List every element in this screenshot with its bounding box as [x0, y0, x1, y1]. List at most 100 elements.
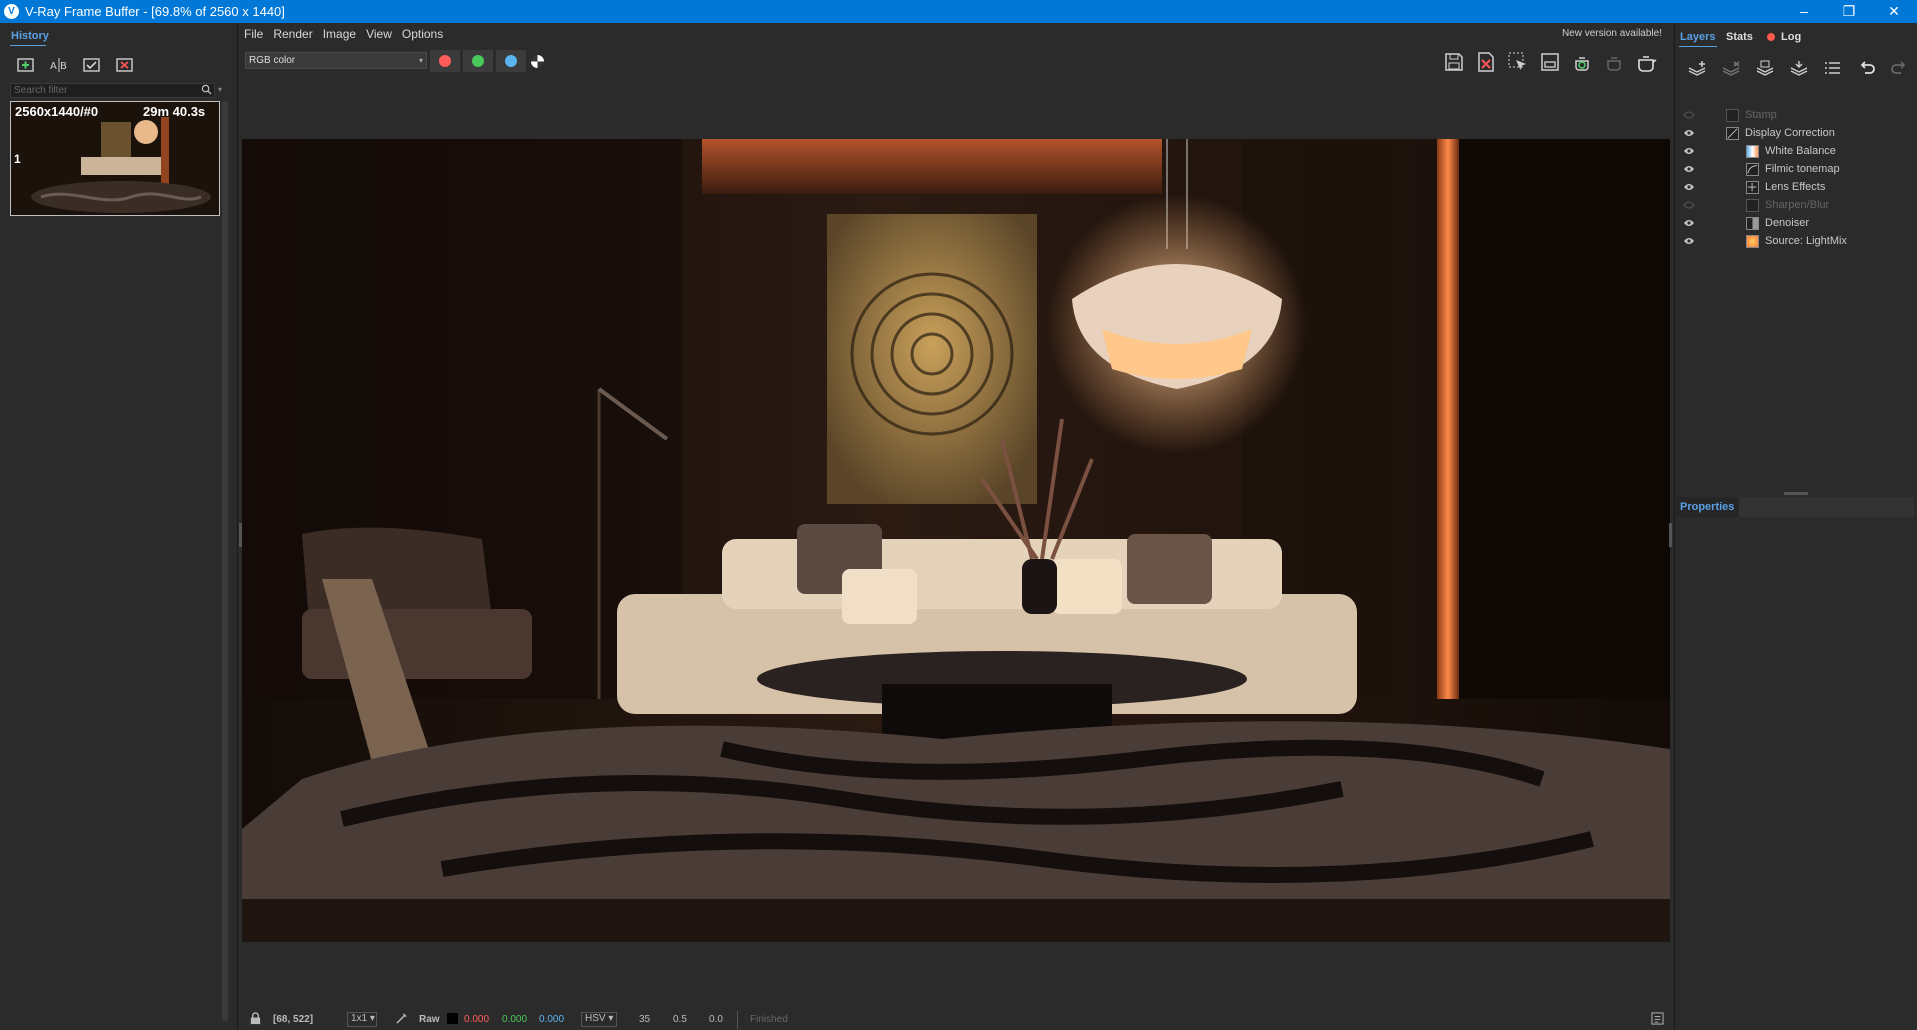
- layers-tab-underline: [1679, 46, 1717, 47]
- close-button[interactable]: ✕: [1871, 0, 1917, 23]
- history-panel: History AB Search filter ▾ 2560x1440/#0 …: [0, 23, 238, 1030]
- alpha-channel-icon[interactable]: [531, 55, 544, 68]
- teapot-refresh-icon: [1575, 57, 1589, 71]
- save-layer-tree-button[interactable]: [1751, 55, 1779, 83]
- minimize-button[interactable]: –: [1781, 0, 1827, 23]
- load-history-button[interactable]: [78, 51, 106, 79]
- layer-label: White Balance: [1765, 145, 1836, 157]
- lock-icon[interactable]: [249, 1012, 262, 1028]
- ab-compare-button[interactable]: AB: [45, 51, 73, 79]
- tab-layers[interactable]: Layers: [1680, 31, 1715, 43]
- redo-button[interactable]: [1885, 55, 1913, 83]
- remove-history-button[interactable]: [111, 51, 139, 79]
- visibility-eye-icon[interactable]: [1683, 236, 1695, 246]
- render-button[interactable]: [1632, 49, 1660, 75]
- add-layer-icon: [1688, 61, 1706, 76]
- new-version-notice[interactable]: New version available!: [1562, 28, 1662, 39]
- red-value: 0.000: [464, 1014, 490, 1025]
- lightmix-source-icon: [1746, 235, 1759, 248]
- status-bar: [68, 522] 1x1 ▾ Raw 0.000 0.000 0.000 HS…: [239, 1011, 1672, 1030]
- layer-row-filmic-tonemap[interactable]: Filmic tonemap: [1675, 161, 1917, 179]
- save-icon: [1445, 53, 1463, 71]
- layer-row-source-lightmix[interactable]: Source: LightMix: [1675, 233, 1917, 251]
- panel-splitter-handle[interactable]: [1784, 492, 1808, 495]
- white-balance-icon: [1746, 145, 1759, 158]
- blue-value: 0.000: [539, 1014, 565, 1025]
- stop-render-button[interactable]: [1600, 49, 1628, 75]
- menu-bar: File Render Image View Options New version a…: [239, 23, 1672, 45]
- history-thumbnail[interactable]: 2560x1440/#0 29m 40.3s 1: [10, 101, 220, 216]
- layer-row-lens-effects[interactable]: Lens Effects: [1675, 179, 1917, 197]
- history-tab[interactable]: History: [11, 30, 49, 42]
- visibility-eye-icon[interactable]: [1683, 164, 1695, 174]
- layer-row-denoiser[interactable]: Denoiser: [1675, 215, 1917, 233]
- frame-buffer-area: File Render Image View Options New version a…: [239, 23, 1672, 1030]
- menu-view[interactable]: View: [361, 23, 397, 45]
- visibility-eye-icon[interactable]: [1683, 146, 1695, 156]
- green-value: 0.000: [502, 1014, 528, 1025]
- denoiser-icon: [1746, 217, 1759, 230]
- color-space-value: HSV: [585, 1013, 606, 1024]
- visibility-eye-icon[interactable]: [1683, 110, 1695, 120]
- color-swatch: [447, 1013, 458, 1024]
- left-resize-handle[interactable]: [239, 523, 242, 547]
- color-mode-label: Raw: [419, 1014, 440, 1025]
- add-history-icon: [17, 58, 34, 72]
- right-resize-handle[interactable]: [1669, 523, 1672, 547]
- history-search-input[interactable]: Search filter: [10, 83, 215, 98]
- region-icon: [1541, 53, 1559, 71]
- track-mouse-button[interactable]: [1504, 49, 1532, 75]
- save-to-history-button[interactable]: [12, 51, 40, 79]
- create-layer-button[interactable]: [1683, 55, 1711, 83]
- menu-render[interactable]: Render: [268, 23, 317, 45]
- layer-label: Lens Effects: [1765, 181, 1826, 193]
- undo-button[interactable]: [1853, 55, 1881, 83]
- title-bar: V V-Ray Frame Buffer - [69.8% of 2560 x …: [0, 0, 1917, 23]
- redo-icon: [1891, 61, 1906, 74]
- blue-channel-button[interactable]: [496, 50, 526, 72]
- layer-row-sharpen-blur[interactable]: Sharpen/Blur: [1675, 197, 1917, 215]
- undo-icon: [1860, 61, 1875, 74]
- render-log-icon[interactable]: [1651, 1012, 1664, 1028]
- layer-row-stamp[interactable]: Stamp: [1675, 107, 1917, 125]
- tab-stats[interactable]: Stats: [1726, 31, 1753, 43]
- interactive-render-button[interactable]: [1568, 49, 1596, 75]
- green-channel-button[interactable]: [463, 50, 493, 72]
- visibility-eye-icon[interactable]: [1683, 200, 1695, 210]
- search-icon[interactable]: [201, 84, 213, 96]
- load-layer-tree-button[interactable]: [1785, 55, 1813, 83]
- thumbnail-preview-image: [11, 102, 219, 215]
- clear-image-icon: [1478, 52, 1494, 72]
- menu-options[interactable]: Options: [397, 23, 448, 45]
- clear-image-button[interactable]: [1472, 49, 1500, 75]
- color-picker-icon[interactable]: [395, 1012, 408, 1028]
- menu-image[interactable]: Image: [318, 23, 361, 45]
- layer-label: Denoiser: [1765, 217, 1810, 229]
- remove-image-icon: [116, 58, 133, 72]
- save-image-button[interactable]: [1440, 49, 1468, 75]
- layer-row-white-balance[interactable]: White Balance: [1675, 143, 1917, 161]
- thumbnail-resolution: 2560x1440/#0: [15, 104, 99, 119]
- load-layers-icon: [1790, 61, 1808, 76]
- tab-log[interactable]: Log: [1781, 31, 1801, 43]
- zoom-select[interactable]: 1x1 ▾: [347, 1012, 377, 1027]
- layer-row-display-correction[interactable]: Display Correction: [1675, 125, 1917, 143]
- maximize-button[interactable]: ❐: [1826, 0, 1872, 23]
- blue-dot-icon: [505, 55, 517, 67]
- properties-header-bar: [1739, 497, 1914, 517]
- red-dot-icon: [439, 55, 451, 67]
- channel-dropdown[interactable]: RGB color ▾: [245, 52, 427, 69]
- delete-layer-button[interactable]: [1717, 55, 1745, 83]
- visibility-eye-icon[interactable]: [1683, 128, 1695, 138]
- layers-panel: Layers Stats Log Stamp Display Correctio…: [1674, 23, 1917, 1030]
- render-viewport[interactable]: [242, 139, 1670, 942]
- region-render-button[interactable]: [1536, 49, 1564, 75]
- visibility-eye-icon[interactable]: [1683, 182, 1695, 192]
- history-scrollbar[interactable]: [222, 101, 228, 1021]
- menu-file[interactable]: File: [239, 23, 268, 45]
- visibility-eye-icon[interactable]: [1683, 218, 1695, 228]
- search-options-chevron-icon[interactable]: ▾: [218, 85, 226, 95]
- layer-presets-button[interactable]: [1819, 55, 1847, 83]
- color-space-select[interactable]: HSV ▾: [581, 1012, 617, 1027]
- red-channel-button[interactable]: [430, 50, 460, 72]
